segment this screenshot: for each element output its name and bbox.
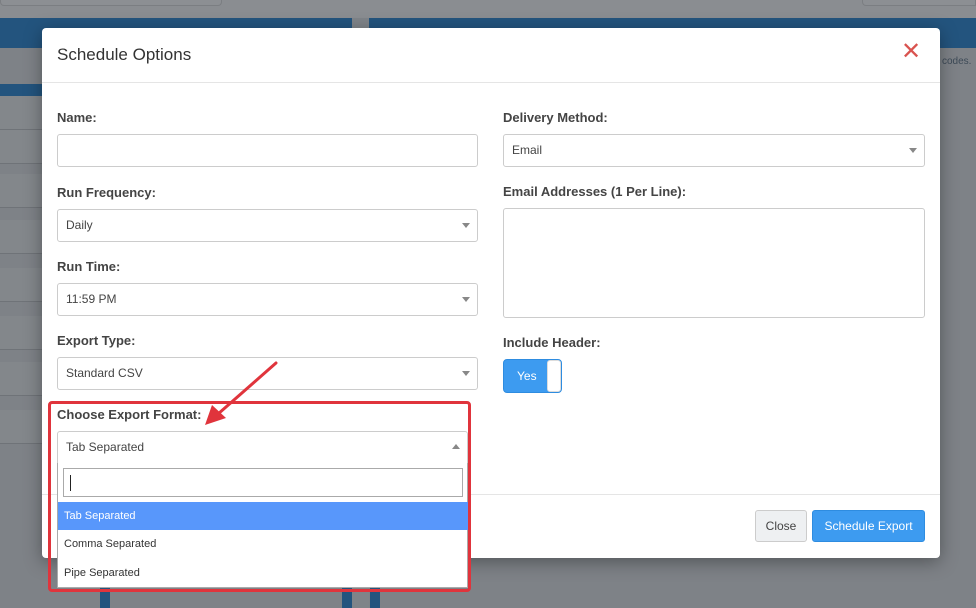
bg-row (0, 268, 42, 302)
export-type-select[interactable]: Standard CSV (57, 357, 478, 390)
bg-bar (370, 588, 380, 608)
toggle-knob[interactable] (547, 360, 561, 392)
run-frequency-select[interactable]: Daily (57, 209, 478, 242)
chevron-up-icon (452, 444, 460, 449)
bg-row (0, 316, 42, 350)
schedule-export-button[interactable]: Schedule Export (812, 510, 925, 542)
run-time-select[interactable]: 11:59 PM (57, 283, 478, 316)
modal-header: Schedule Options ✕ (42, 28, 940, 83)
bg-row (0, 220, 42, 254)
export-format-dropdown: Tab Separated Comma Separated Pipe Separ… (57, 463, 468, 588)
dropdown-option[interactable]: Comma Separated (58, 530, 468, 558)
bg-row (0, 96, 42, 130)
dropdown-option[interactable]: Tab Separated (58, 502, 468, 530)
bg-row (0, 130, 42, 164)
run-time-label: Run Time: (57, 259, 121, 274)
name-label: Name: (57, 110, 97, 125)
include-header-label: Include Header: (503, 335, 601, 350)
bg-hint-text: codes. (942, 56, 972, 67)
export-format-label: Choose Export Format: (57, 407, 202, 422)
text-cursor (70, 475, 71, 491)
bg-strip (0, 84, 42, 96)
modal-title: Schedule Options (57, 45, 192, 64)
chevron-down-icon (462, 297, 470, 302)
export-type-value: Standard CSV (66, 366, 143, 380)
email-addresses-label: Email Addresses (1 Per Line): (503, 184, 687, 199)
bg-row (0, 410, 42, 444)
bg-row (0, 174, 42, 208)
dropdown-option[interactable]: Pipe Separated (58, 559, 468, 587)
dropdown-search-input[interactable] (63, 468, 463, 497)
chevron-down-icon (462, 371, 470, 376)
name-input[interactable] (57, 134, 478, 167)
bg-bar (342, 588, 352, 608)
email-addresses-textarea[interactable] (503, 208, 925, 318)
toggle-label: Yes (517, 369, 537, 383)
chevron-down-icon (462, 223, 470, 228)
include-header-toggle[interactable]: Yes (503, 359, 562, 393)
delivery-method-label: Delivery Method: (503, 110, 608, 125)
bg-bar (100, 588, 110, 608)
bg-row (0, 362, 42, 396)
export-format-value: Tab Separated (66, 440, 145, 454)
chevron-down-icon (909, 148, 917, 153)
close-icon[interactable]: ✕ (900, 40, 922, 64)
bg-top-box (862, 0, 976, 6)
bg-top-box (0, 0, 222, 6)
export-format-select[interactable]: Tab Separated (57, 431, 468, 464)
close-button[interactable]: Close (755, 510, 807, 542)
delivery-method-select[interactable]: Email (503, 134, 925, 167)
run-frequency-value: Daily (66, 218, 93, 232)
run-time-value: 11:59 PM (66, 292, 117, 306)
run-frequency-label: Run Frequency: (57, 185, 156, 200)
export-type-label: Export Type: (57, 333, 136, 348)
delivery-method-value: Email (512, 143, 543, 157)
